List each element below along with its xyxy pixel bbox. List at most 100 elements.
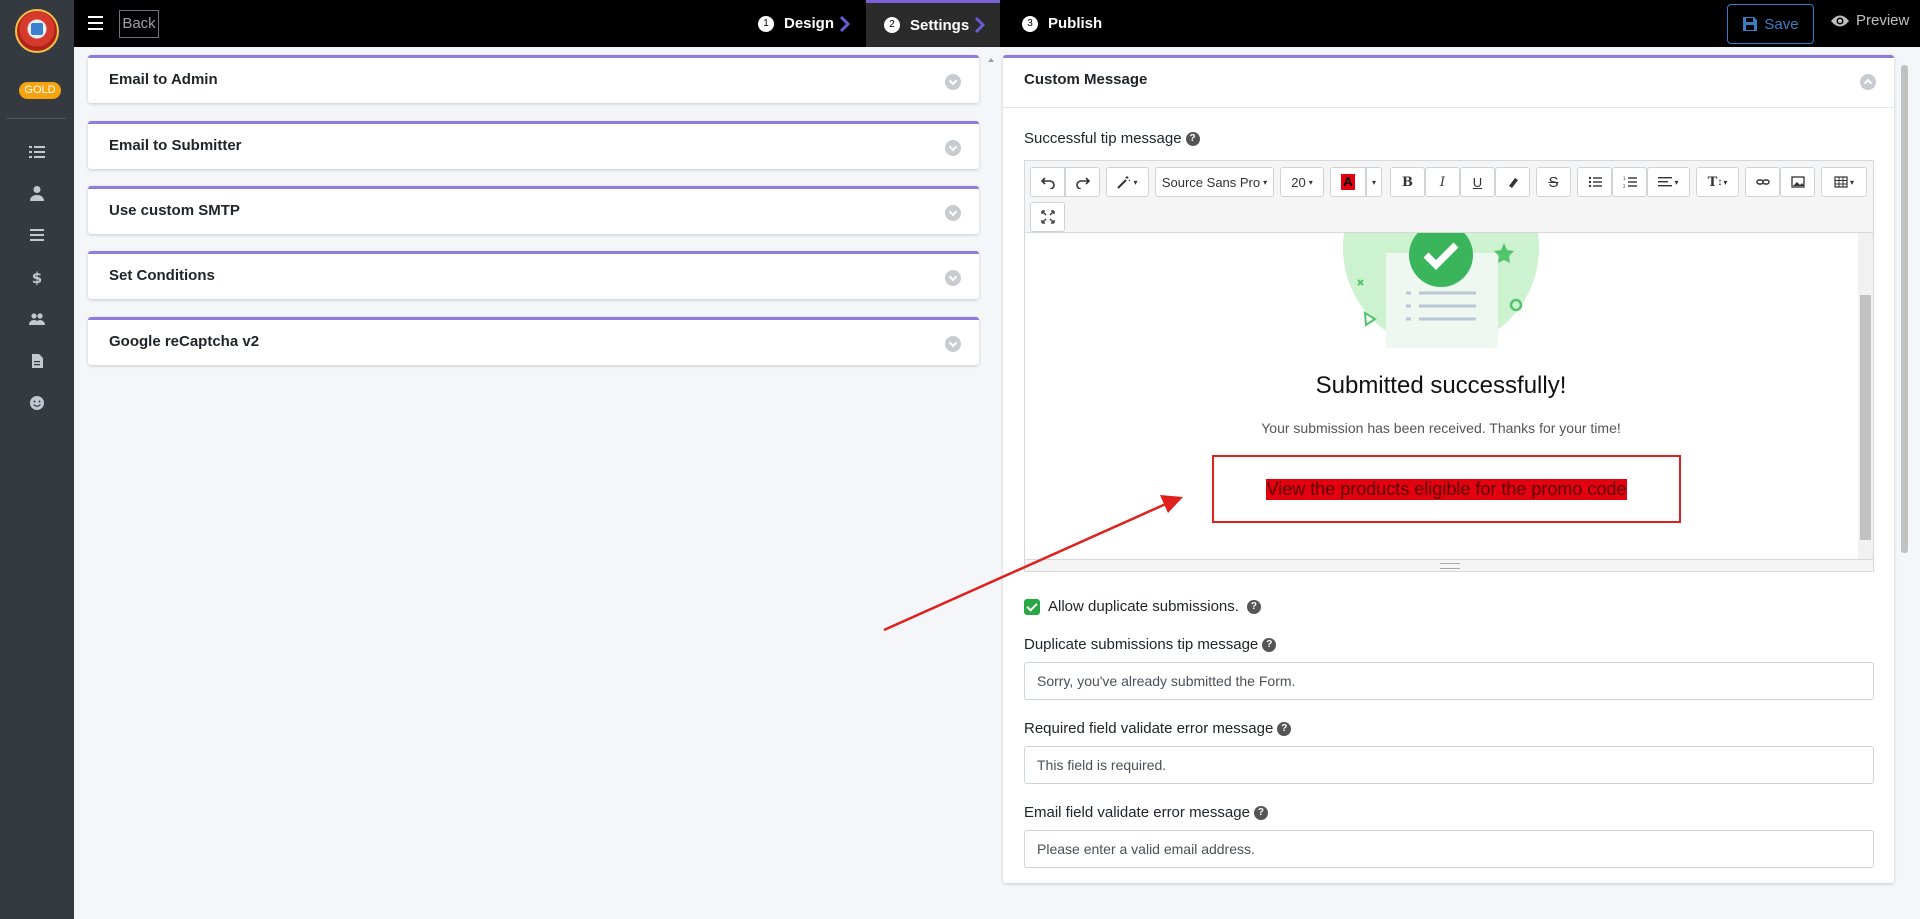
panel-scrollbar[interactable] bbox=[1901, 55, 1909, 883]
underline-icon[interactable]: U bbox=[1460, 167, 1495, 197]
help-icon[interactable]: ? bbox=[1185, 131, 1200, 146]
duplicate-message-input[interactable]: Sorry, you've already submitted the Form… bbox=[1024, 662, 1874, 700]
save-label: Save bbox=[1764, 15, 1799, 33]
sidebar: GOLD $ bbox=[0, 0, 74, 919]
font-color-icon[interactable]: A bbox=[1330, 167, 1366, 197]
font-family-select[interactable]: Source Sans Pro ▾ bbox=[1155, 167, 1274, 197]
chevron-right-icon bbox=[975, 17, 986, 33]
required-label-text: Required field validate error message bbox=[1024, 720, 1274, 737]
help-icon[interactable]: ? bbox=[1262, 637, 1277, 652]
success-label: Successful tip message ? bbox=[1024, 130, 1200, 147]
accordion-email-admin[interactable]: Email to Admin bbox=[88, 55, 979, 103]
left-scrollbar[interactable] bbox=[987, 55, 995, 883]
font-color-dropdown[interactable]: ▾ bbox=[1366, 167, 1382, 197]
users-icon[interactable] bbox=[27, 309, 47, 329]
bold-icon[interactable]: B bbox=[1390, 167, 1425, 197]
panel-title: Custom Message bbox=[1024, 71, 1148, 88]
file-icon[interactable] bbox=[27, 351, 47, 371]
chevron-down-icon[interactable] bbox=[945, 205, 961, 221]
allow-duplicate-row[interactable]: Allow duplicate submissions. ? bbox=[1024, 598, 1261, 615]
font-size-value: 20 bbox=[1291, 174, 1306, 190]
user-icon[interactable] bbox=[27, 183, 47, 203]
save-icon bbox=[1743, 17, 1758, 31]
strikethrough-icon[interactable]: S bbox=[1536, 167, 1571, 197]
chevron-down-icon[interactable] bbox=[945, 140, 961, 156]
app-logo[interactable] bbox=[15, 9, 59, 53]
required-label: Required field validate error message ? bbox=[1024, 720, 1292, 737]
accordion-custom-smtp[interactable]: Use custom SMTP bbox=[88, 186, 979, 234]
smile-icon[interactable] bbox=[27, 393, 47, 413]
help-icon[interactable]: ? bbox=[1277, 721, 1292, 736]
step-number: 1 bbox=[758, 15, 774, 32]
magic-wand-icon[interactable]: ▾ bbox=[1106, 167, 1149, 197]
allow-duplicate-checkbox[interactable] bbox=[1024, 598, 1040, 615]
accordion-set-conditions[interactable]: Set Conditions bbox=[88, 251, 979, 299]
duplicate-label: Duplicate submissions tip message ? bbox=[1024, 636, 1277, 653]
accordion-recaptcha[interactable]: Google reCaptcha v2 bbox=[88, 317, 979, 365]
preview-label: Preview bbox=[1856, 12, 1910, 29]
step-number: 3 bbox=[1022, 15, 1038, 32]
accordion-email-submitter[interactable]: Email to Submitter bbox=[88, 121, 979, 169]
success-label-text: Successful tip message bbox=[1024, 130, 1182, 147]
font-family-value: Source Sans Pro bbox=[1161, 174, 1261, 190]
promo-text[interactable]: View the products eligible for the promo… bbox=[1265, 478, 1628, 500]
svg-text:2: 2 bbox=[1623, 184, 1626, 189]
svg-text:$: $ bbox=[32, 269, 42, 285]
editor-content[interactable]: Submitted successfully! Your submission … bbox=[1025, 233, 1857, 559]
editor-toolbar: ▾ Source Sans Pro ▾ 20 ▾ A ▾ B I U S 12 ▾ … bbox=[1025, 161, 1873, 233]
accordion-title: Set Conditions bbox=[109, 267, 215, 284]
promo-highlight-box: View the products eligible for the promo… bbox=[1212, 455, 1681, 523]
editor-scrollbar[interactable] bbox=[1858, 233, 1873, 559]
email-message-input[interactable]: Please enter a valid email address. bbox=[1024, 830, 1874, 868]
success-subtext: Your submission has been received. Thank… bbox=[1261, 420, 1621, 436]
numbered-list-icon[interactable]: 12 bbox=[1612, 167, 1647, 197]
table-icon[interactable]: ▾ bbox=[1821, 167, 1867, 197]
line-height-icon[interactable]: T ↕ ▾ bbox=[1696, 167, 1739, 197]
chevron-up-icon[interactable] bbox=[1860, 74, 1876, 90]
success-illustration-icon bbox=[1343, 233, 1539, 348]
step-label: Design bbox=[784, 15, 835, 32]
link-icon[interactable] bbox=[1745, 167, 1780, 197]
plan-badge: GOLD bbox=[19, 82, 61, 99]
list-icon[interactable] bbox=[27, 142, 47, 162]
undo-icon[interactable] bbox=[1030, 167, 1065, 197]
sidebar-divider bbox=[7, 118, 66, 119]
editor-resize-handle[interactable] bbox=[1025, 559, 1873, 571]
svg-text:1: 1 bbox=[1623, 176, 1626, 181]
back-button[interactable]: Back bbox=[119, 10, 159, 38]
chevron-down-icon[interactable] bbox=[945, 336, 961, 352]
step-label: Settings bbox=[910, 16, 970, 34]
font-size-select[interactable]: 20 ▾ bbox=[1280, 167, 1324, 197]
hamburger-icon[interactable] bbox=[88, 16, 103, 30]
success-heading: Submitted successfully! bbox=[1315, 372, 1567, 399]
accordion-title: Email to Submitter bbox=[109, 137, 242, 154]
image-icon[interactable] bbox=[1780, 167, 1815, 197]
step-settings[interactable]: 2 Settings bbox=[866, 0, 1000, 47]
allow-duplicate-label: Allow duplicate submissions. bbox=[1048, 598, 1239, 615]
menu-icon[interactable] bbox=[27, 225, 47, 245]
bullet-list-icon[interactable] bbox=[1577, 167, 1612, 197]
redo-icon[interactable] bbox=[1065, 167, 1100, 197]
eye-icon bbox=[1831, 15, 1849, 26]
panel-header[interactable]: Custom Message bbox=[1003, 58, 1894, 108]
help-icon[interactable]: ? bbox=[1253, 805, 1268, 820]
eraser-icon[interactable] bbox=[1495, 167, 1530, 197]
step-number: 2 bbox=[884, 17, 900, 33]
chevron-down-icon[interactable] bbox=[945, 270, 961, 286]
step-design[interactable]: 1 Design bbox=[758, 0, 851, 47]
dollar-icon[interactable]: $ bbox=[27, 267, 47, 287]
duplicate-label-text: Duplicate submissions tip message bbox=[1024, 636, 1259, 653]
italic-icon[interactable]: I bbox=[1425, 167, 1460, 197]
email-label-text: Email field validate error message bbox=[1024, 804, 1250, 821]
fullscreen-icon[interactable] bbox=[1030, 202, 1065, 232]
chevron-down-icon[interactable] bbox=[945, 74, 961, 90]
help-icon[interactable]: ? bbox=[1246, 599, 1261, 614]
step-publish[interactable]: 3 Publish bbox=[1022, 0, 1102, 47]
required-message-input[interactable]: This field is required. bbox=[1024, 746, 1874, 784]
preview-button[interactable]: Preview bbox=[1830, 12, 1909, 29]
save-button[interactable]: Save bbox=[1727, 4, 1814, 44]
align-icon[interactable]: ▾ bbox=[1647, 167, 1690, 197]
step-label: Publish bbox=[1048, 15, 1103, 32]
custom-message-panel: Custom Message Successful tip message ? … bbox=[1003, 55, 1894, 883]
chevron-right-icon bbox=[840, 15, 851, 32]
